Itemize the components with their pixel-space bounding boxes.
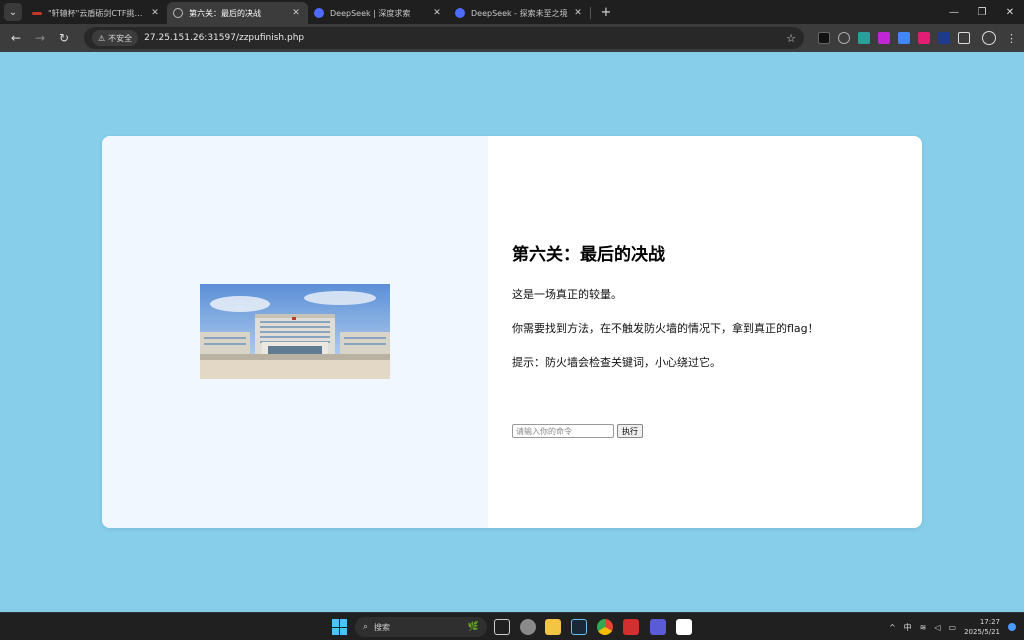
steam-icon[interactable] (571, 619, 587, 635)
reload-icon[interactable]: ↻ (54, 28, 74, 48)
close-tab-icon[interactable]: ✕ (290, 8, 302, 18)
ctf-favicon-icon (32, 11, 42, 15)
extension-icon[interactable] (918, 32, 930, 44)
close-tab-icon[interactable]: ✕ (431, 8, 443, 18)
translate-icon[interactable] (898, 32, 910, 44)
tab-final-battle[interactable]: 第六关：最后的决战 ✕ (167, 2, 308, 24)
system-tray: ^ 中 ≋ ◁ ▭ 17:27 2025/5/21 (889, 613, 1016, 640)
search-highlight-icon: 🌿 (467, 622, 479, 632)
extension-icon[interactable] (858, 32, 870, 44)
tab-deepseek-1[interactable]: DeepSeek | 深度求索 ✕ (308, 2, 449, 24)
taskbar-search[interactable]: ⌕ 搜索 🌿 (355, 617, 487, 637)
profile-avatar-icon[interactable] (982, 31, 996, 45)
extensions-area (818, 32, 970, 44)
volume-icon[interactable]: ◁ (934, 623, 940, 632)
back-arrow-icon[interactable]: ← (6, 28, 26, 48)
search-label: 搜索 (374, 622, 391, 632)
intro-text: 这是一场真正的较量。 (512, 288, 622, 301)
extension-icon[interactable] (878, 32, 890, 44)
browser-toolbar: ← → ↻ ⚠ 不安全 27.25.151.26:31597/zzpufinis… (0, 24, 1024, 52)
app-icon[interactable] (650, 619, 666, 635)
close-tab-icon[interactable]: ✕ (149, 8, 161, 18)
extension-icon[interactable] (938, 32, 950, 44)
search-icon: ⌕ (363, 622, 369, 632)
menu-kebab-icon[interactable]: ⋮ (1006, 32, 1017, 45)
content-panel: 第六关：最后的决战 这是一场真正的较量。 你需要找到方法，在不触发防火墙的情况下… (488, 136, 922, 528)
building-photo (200, 284, 390, 379)
chrome-icon[interactable] (597, 619, 613, 635)
deepseek-whale-icon (455, 8, 465, 18)
tab-strip: ⌄ "轩辕杯"云盾砺剑CTF挑战赛 ✕ 第六关：最后的决战 ✕ DeepSeek… (0, 0, 1024, 24)
wps-icon[interactable] (623, 619, 639, 635)
tab-deepseek-2[interactable]: DeepSeek - 探索未至之境 ✕ (449, 2, 590, 24)
wifi-icon[interactable]: ≋ (920, 623, 927, 632)
deepseek-whale-icon (314, 8, 324, 18)
os-taskbar: ⌕ 搜索 🌿 ^ 中 ≋ ◁ ▭ 17:27 2025/5/21 (0, 612, 1024, 640)
command-form: 执行 (512, 424, 643, 438)
objective-text: 你需要找到方法，在不触发防火墙的情况下，拿到真正的flag！ (512, 322, 819, 335)
burp-icon[interactable] (676, 619, 692, 635)
file-explorer-icon[interactable] (545, 619, 561, 635)
windows-start-icon[interactable] (332, 619, 348, 635)
bookmark-star-icon[interactable]: ☆ (786, 32, 796, 45)
chevron-up-icon[interactable]: ^ (889, 623, 896, 632)
execute-button[interactable]: 执行 (617, 424, 643, 438)
battery-icon[interactable]: ▭ (949, 623, 957, 632)
warning-icon: ⚠ (98, 33, 106, 43)
globe-icon (173, 8, 183, 18)
tab-label: 第六关：最后的决战 (189, 8, 261, 18)
window-controls: — ❐ ✕ (940, 0, 1024, 24)
minimize-icon[interactable]: — (940, 7, 968, 18)
notification-icon[interactable] (1008, 623, 1016, 631)
tab-label: "轩辕杯"云盾砺剑CTF挑战赛 (48, 8, 149, 18)
clock-time: 17:27 (979, 618, 1000, 626)
task-view-icon[interactable] (494, 619, 510, 635)
app-icon[interactable] (520, 619, 536, 635)
url-text[interactable]: 27.25.151.26:31597/zzpufinish.php (144, 33, 786, 43)
new-tab-button[interactable]: + (597, 3, 615, 21)
ime-indicator[interactable]: 中 (904, 622, 912, 633)
page-title: 第六关：最后的决战 (512, 245, 665, 265)
challenge-card: 第六关：最后的决战 这是一场真正的较量。 你需要找到方法，在不触发防火墙的情况下… (102, 136, 922, 528)
extension-icon[interactable] (838, 32, 850, 44)
address-bar[interactable]: ⚠ 不安全 27.25.151.26:31597/zzpufinish.php … (84, 27, 804, 49)
image-panel (102, 136, 488, 528)
forward-arrow-icon[interactable]: → (30, 28, 50, 48)
clock-date: 2025/5/21 (964, 628, 1000, 636)
tab-label: DeepSeek | 深度求索 (330, 8, 411, 18)
tab-ctf[interactable]: "轩辕杯"云盾砺剑CTF挑战赛 ✕ (26, 2, 167, 24)
tab-search-button[interactable]: ⌄ (4, 3, 22, 21)
puzzle-icon[interactable] (958, 32, 970, 44)
restore-icon[interactable]: ❐ (968, 7, 996, 18)
clock[interactable]: 17:27 2025/5/21 (964, 617, 1000, 637)
command-input[interactable] (512, 424, 614, 438)
tab-label: DeepSeek - 探索未至之境 (471, 8, 568, 18)
hint-text: 提示：防火墙会检查关键词，小心绕过它。 (512, 356, 721, 369)
tab-divider (590, 7, 591, 19)
close-tab-icon[interactable]: ✕ (572, 8, 584, 18)
close-window-icon[interactable]: ✕ (996, 7, 1024, 18)
extension-icon[interactable] (818, 32, 830, 44)
security-label: 不安全 (108, 33, 133, 43)
security-chip[interactable]: ⚠ 不安全 (92, 30, 139, 46)
